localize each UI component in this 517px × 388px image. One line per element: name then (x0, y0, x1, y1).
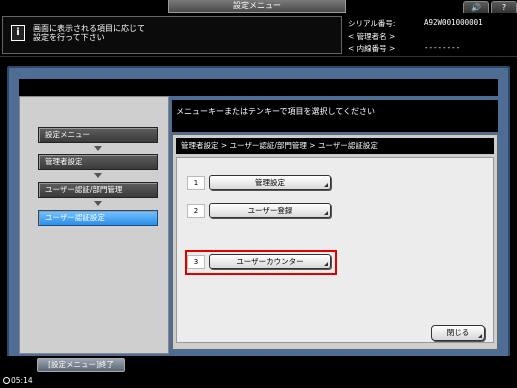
menu-panel: 1 管理設定 2 ユーザー登録 3 ユーザーカウンター (176, 157, 494, 343)
user-counter-button[interactable]: ユーザーカウンター (209, 254, 331, 269)
instruction-text: メニューキーまたはテンキーで項目を選択してください (172, 100, 498, 132)
nav-item-settings-menu[interactable]: 設定メニュー (38, 127, 158, 143)
header: i 画面に表示される項目に応じて 設定を行って下さい シリアル番号: A92W0… (0, 13, 517, 57)
nav-arrow-down-icon (94, 201, 102, 206)
nav-item-user-auth[interactable]: ユーザー認証/部門管理 (38, 182, 158, 198)
volume-icon: 🔊 (471, 3, 481, 12)
content-panel: 管理者設定 > ユーザー認証/部門管理 > ユーザー認証設定 1 管理設定 2 … (172, 134, 498, 350)
close-button[interactable]: 閉じる (431, 325, 485, 341)
clock-time: 05:14 (11, 376, 33, 385)
user-registration-button[interactable]: ユーザー登録 (209, 203, 331, 218)
extension-value: -------- (424, 43, 461, 52)
menu-button-label: 管理設定 (255, 178, 285, 187)
message-line-1: 画面に表示される項目に応じて (33, 24, 145, 33)
extension-label: < 内線番号 > (348, 44, 396, 53)
serial-value: A92W001000001 (424, 18, 483, 27)
menu-button-label: ユーザーカウンター (236, 257, 304, 266)
menu-number: 1 (187, 176, 205, 190)
serial-label: シリアル番号: (348, 19, 396, 28)
info-icon: i (11, 25, 25, 41)
window-title: 設定メニュー (168, 0, 346, 13)
clock: 05:14 (3, 376, 33, 385)
menu-number: 3 (187, 255, 205, 269)
device-info: シリアル番号: A92W001000001 < 管理者名 > < 内線番号 > … (344, 16, 515, 54)
frame-top-band (19, 79, 498, 96)
admin-name-label: < 管理者名 > (348, 32, 396, 41)
menu-button-label: ユーザー登録 (247, 206, 293, 215)
nav-arrow-down-icon (94, 173, 102, 178)
breadcrumb: 管理者設定 > ユーザー認証/部門管理 > ユーザー認証設定 (176, 138, 494, 154)
corner-triangle-icon (324, 211, 328, 215)
message-box: i 画面に表示される項目に応じて 設定を行って下さい (2, 16, 342, 54)
close-button-label: 閉じる (446, 328, 470, 337)
help-icon: ? (501, 3, 507, 12)
corner-triangle-icon (324, 262, 328, 266)
message-line-2: 設定を行って下さい (33, 33, 105, 42)
nav-panel: 設定メニュー 管理者設定 ユーザー認証/部門管理 ユーザー認証設定 (19, 96, 169, 354)
management-settings-button[interactable]: 管理設定 (209, 175, 331, 190)
nav-item-admin-settings[interactable]: 管理者設定 (38, 154, 158, 170)
message-text: 画面に表示される項目に応じて 設定を行って下さい (33, 24, 333, 42)
corner-triangle-icon (478, 334, 482, 338)
clock-icon (3, 377, 10, 384)
nav-arrow-down-icon (94, 146, 102, 151)
menu-number: 2 (187, 204, 205, 218)
title-bar: 設定メニュー 🔊 ? (0, 0, 517, 15)
nav-item-user-auth-settings[interactable]: ユーザー認証設定 (38, 210, 158, 226)
corner-triangle-icon (324, 183, 328, 187)
exit-settings-button[interactable]: [設定メニュー]終了 (37, 358, 125, 372)
